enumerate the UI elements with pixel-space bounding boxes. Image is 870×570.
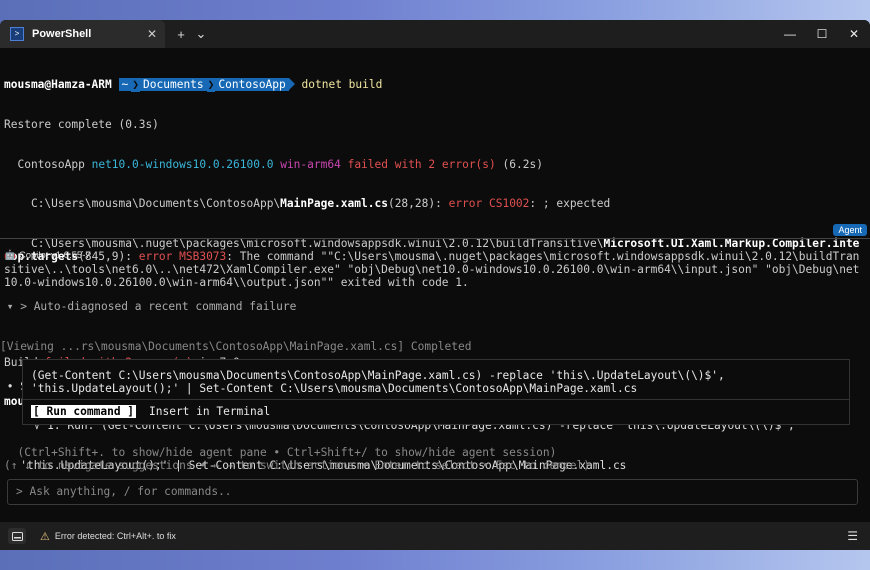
tab-dropdown-icon[interactable]: ⌄ bbox=[191, 26, 211, 42]
build-failed-text: failed with 2 error(s) bbox=[347, 157, 496, 171]
run-command-button[interactable]: [ Run command ] bbox=[31, 405, 137, 418]
suggested-command-text: (Get-Content C:\Users\mousma\Documents\C… bbox=[31, 369, 725, 395]
suggested-command-line2: 'this.UpdateLayout();' | Set-Content C:\… bbox=[31, 382, 638, 396]
window-controls: — ☐ ✕ bbox=[774, 27, 870, 41]
error1-msg: : ; expected bbox=[529, 197, 611, 211]
terminal-window: > PowerShell ✕ + ⌄ — ☐ ✕ mousma@Hamza-AR… bbox=[0, 20, 870, 550]
status-bar: ⚠ Error detected: Ctrl+Alt+. to fix ☰ bbox=[0, 522, 870, 550]
build-time: (6.2s) bbox=[502, 157, 543, 171]
prompt-end-arrow bbox=[288, 78, 295, 91]
error1-code: error CS1002 bbox=[448, 197, 530, 211]
command-text: dotnet build bbox=[301, 78, 383, 92]
hint-line-1: (Ctrl+Shift+. to show/hide agent pane • … bbox=[4, 446, 557, 459]
keyboard-icon[interactable] bbox=[8, 528, 26, 544]
cmd-divider bbox=[23, 399, 849, 400]
error1-pos: (28,28): bbox=[387, 197, 449, 211]
prompt-dir-contosoapp: ContosoApp bbox=[215, 78, 289, 92]
prompt-dir-documents: Documents bbox=[140, 78, 207, 92]
build-project-line: ContosoApp net10.0-windows10.0.26100.0 w… bbox=[4, 158, 866, 171]
insert-in-terminal-button[interactable]: Insert in Terminal bbox=[149, 405, 270, 418]
new-tab-button[interactable]: + bbox=[171, 27, 191, 42]
target-arch: win-arm64 bbox=[280, 157, 341, 171]
restore-line: Restore complete (0.3s) bbox=[4, 118, 159, 132]
close-button[interactable]: ✕ bbox=[838, 27, 870, 41]
ask-input[interactable]: > Ask anything, / for commands.. bbox=[7, 479, 858, 505]
copilot-line-diagnosed[interactable]: ▾ > Auto-diagnosed a recent command fail… bbox=[0, 300, 870, 313]
suggested-command-box: (Get-Content C:\Users\mousma\Documents\C… bbox=[22, 359, 850, 425]
terminal-output[interactable]: mousma@Hamza-ARM ~ ❯ Documents ❯ ContosoApp … bbox=[0, 48, 870, 409]
menu-icon[interactable]: ☰ bbox=[847, 529, 858, 543]
tab-title: PowerShell bbox=[32, 28, 92, 40]
copilot-version: Copilot v1.0.55-7 bbox=[18, 250, 91, 261]
tab-close-icon[interactable]: ✕ bbox=[147, 27, 157, 41]
copilot-header: 🤖 Copilot v1.0.55-7 bbox=[4, 250, 91, 261]
error2-code: error MSB3073 bbox=[138, 250, 227, 264]
keyboard-hints: (Ctrl+Shift+. to show/hide agent pane • … bbox=[4, 446, 590, 472]
chevron-right-icon: ❯ bbox=[131, 78, 141, 92]
prompt-user: mousma@Hamza-ARM bbox=[4, 78, 112, 92]
hint-line-2: (↑ ↓ to navigate suggestions • ← → to sw… bbox=[4, 459, 590, 473]
error1-file: MainPage.xaml.cs bbox=[280, 197, 388, 211]
tab-powershell[interactable]: > PowerShell ✕ bbox=[0, 20, 165, 48]
powershell-icon: > bbox=[10, 27, 24, 41]
error-line-1: C:\Users\mousma\Documents\ContosoApp\Mai… bbox=[4, 197, 866, 210]
minimize-button[interactable]: — bbox=[774, 27, 806, 41]
suggested-command-line1: (Get-Content C:\Users\mousma\Documents\C… bbox=[31, 369, 725, 382]
copilot-icon: 🤖 bbox=[4, 250, 16, 261]
copilot-line-viewing: [Viewing ...rs\mousma\Documents\ContosoA… bbox=[0, 340, 472, 354]
maximize-button[interactable]: ☐ bbox=[806, 27, 838, 41]
chevron-right-icon: ❯ bbox=[206, 78, 216, 92]
pane-divider[interactable] bbox=[0, 238, 870, 239]
project-name: ContosoApp bbox=[4, 157, 85, 171]
target-framework: net10.0-windows10.0.26100.0 bbox=[91, 157, 274, 171]
prompt-home: ~ bbox=[118, 78, 132, 92]
warning-icon: ⚠ bbox=[40, 530, 50, 543]
prompt-home-text: ~ bbox=[121, 78, 129, 92]
title-bar: > PowerShell ✕ + ⌄ — ☐ ✕ bbox=[0, 20, 870, 48]
error-detected-text[interactable]: Error detected: Ctrl+Alt+. to fix bbox=[55, 531, 176, 541]
prompt-line: mousma@Hamza-ARM ~ ❯ Documents ❯ ContosoApp … bbox=[4, 78, 866, 92]
error1-path: C:\Users\mousma\Documents\ContosoApp\ bbox=[4, 197, 281, 211]
agent-badge[interactable]: Agent bbox=[833, 224, 867, 236]
